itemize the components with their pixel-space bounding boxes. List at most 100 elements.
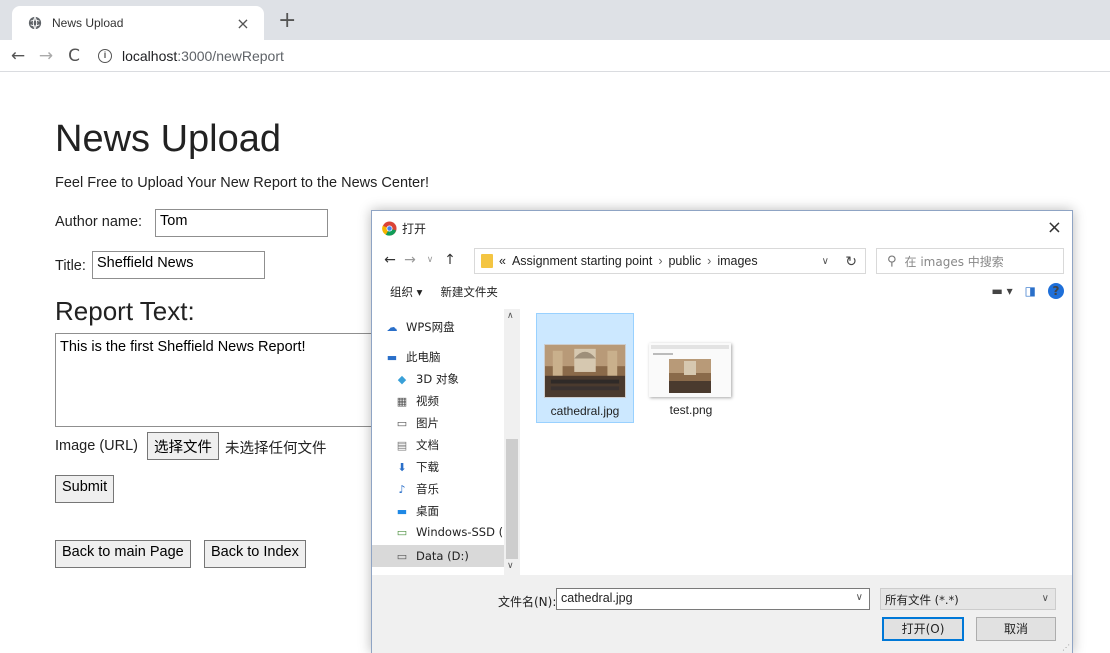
filetype-value: 所有文件 (*.*): [885, 593, 959, 607]
dialog-title: 打开: [402, 221, 427, 236]
tree-item-label: 音乐: [416, 482, 439, 496]
forward-arrow-icon[interactable]: →: [32, 46, 60, 66]
music-icon: ♪: [398, 483, 406, 496]
search-icon: ⚲: [887, 253, 897, 269]
recent-dropdown-icon[interactable]: ∨: [420, 255, 440, 265]
dialog-close-icon[interactable]: ×: [1047, 217, 1062, 238]
drive-icon: ▭: [396, 526, 408, 539]
open-button[interactable]: 打开(O): [882, 617, 964, 641]
back-main-button[interactable]: Back to main Page: [55, 540, 191, 568]
view-options-icon[interactable]: ▬ ▾: [991, 284, 1012, 298]
test-thumbnail: [649, 343, 731, 397]
tree-item-data-d[interactable]: ▭ Data (D:): [372, 545, 504, 567]
tree-scrollbar[interactable]: ∧ ∨: [504, 309, 520, 575]
chevron-right-icon: ›: [658, 254, 663, 268]
tree-item-this-pc[interactable]: ▬ 此电脑: [384, 349, 441, 365]
cancel-button[interactable]: 取消: [976, 617, 1056, 641]
no-file-text: 未选择任何文件: [225, 441, 327, 457]
tree-item-label: 视频: [416, 394, 439, 408]
reload-icon[interactable]: C: [60, 46, 88, 66]
dialog-back-icon[interactable]: ←: [380, 252, 400, 268]
tree-item-label: Data (D:): [416, 549, 469, 563]
scroll-thumb[interactable]: [506, 439, 518, 559]
tree-item-downloads[interactable]: ⬇ 下载: [394, 459, 439, 475]
submit-button[interactable]: Submit: [55, 475, 115, 503]
title-input[interactable]: Sheffield News: [92, 251, 265, 279]
browser-tab[interactable]: News Upload ×: [12, 6, 264, 40]
page-title: News Upload: [55, 118, 281, 160]
dialog-toolbar: 组织 ▾ 新建文件夹 ▬ ▾ ◨ ?: [372, 279, 1072, 305]
resize-grip-icon[interactable]: ⋰: [1062, 643, 1070, 652]
cathedral-thumbnail: [544, 344, 626, 398]
breadcrumb-overflow[interactable]: «: [499, 254, 506, 268]
file-open-dialog: 打开 × ← → ∨ ↑ « Assignment starting point…: [371, 210, 1073, 653]
url-field[interactable]: i localhost:3000/newReport: [98, 48, 284, 64]
organize-button[interactable]: 组织 ▾: [390, 284, 422, 300]
chevron-right-icon: ›: [707, 254, 712, 268]
chevron-down-icon[interactable]: ∨: [507, 561, 514, 571]
back-index-button[interactable]: Back to Index: [204, 540, 306, 568]
report-textarea[interactable]: This is the first Sheffield News Report!: [55, 333, 385, 427]
up-arrow-icon[interactable]: ↑: [440, 252, 460, 268]
tree-item-label: 下载: [416, 460, 439, 474]
info-icon[interactable]: i: [98, 48, 112, 63]
chevron-down-icon: ∨: [1041, 593, 1049, 604]
drive-icon: ▭: [396, 550, 408, 563]
tree-item-label: 图片: [416, 416, 439, 430]
choose-file-button[interactable]: 选择文件: [147, 432, 219, 460]
tab-title: News Upload: [52, 16, 124, 30]
tree-item-pictures[interactable]: ▭ 图片: [394, 415, 439, 431]
title-label: Title:: [55, 258, 86, 274]
file-list: cathedral.jpg test.png: [532, 309, 1062, 575]
chevron-down-icon[interactable]: ∨: [822, 256, 829, 267]
help-icon[interactable]: ?: [1048, 283, 1064, 299]
documents-icon: ▤: [396, 439, 408, 452]
pictures-icon: ▭: [396, 417, 408, 430]
breadcrumb-item[interactable]: Assignment starting point: [512, 254, 652, 268]
tree-item-music[interactable]: ♪ 音乐: [394, 481, 439, 497]
dialog-navbar: ← → ∨ ↑ « Assignment starting point › pu…: [372, 245, 1072, 275]
tree-item-desktop[interactable]: ▬ 桌面: [394, 503, 439, 519]
preview-pane-icon[interactable]: ◨: [1025, 284, 1036, 298]
tree-item-documents[interactable]: ▤ 文档: [394, 437, 439, 453]
search-input[interactable]: ⚲ 在 images 中搜索: [876, 248, 1064, 274]
page-subtitle: Feel Free to Upload Your New Report to t…: [55, 175, 429, 191]
refresh-icon[interactable]: ↻: [845, 253, 857, 270]
tree-item-label: 文档: [416, 438, 439, 452]
filetype-select[interactable]: 所有文件 (*.*) ∨: [880, 588, 1056, 610]
author-label: Author name:: [55, 214, 143, 230]
chrome-icon: [382, 220, 397, 236]
filename-input[interactable]: cathedral.jpg ∨: [556, 588, 870, 610]
image-label: Image (URL): [55, 438, 138, 454]
breadcrumb[interactable]: « Assignment starting point › public › i…: [474, 248, 866, 274]
tree-item-3d[interactable]: ◆ 3D 对象: [394, 371, 459, 387]
file-item-test[interactable]: test.png: [642, 313, 740, 423]
tree-item-windows-ssd[interactable]: ▭ Windows-SSD (: [394, 525, 503, 539]
tree-item-video[interactable]: ▦ 视频: [394, 393, 439, 409]
dialog-forward-icon[interactable]: →: [400, 252, 420, 268]
file-name: test.png: [669, 403, 713, 417]
filename-label: 文件名(N):: [498, 595, 557, 609]
tab-close-icon[interactable]: ×: [234, 14, 252, 33]
tree-item-label: WPS网盘: [406, 320, 455, 334]
file-name: cathedral.jpg: [550, 404, 620, 418]
search-placeholder: 在 images 中搜索: [904, 254, 1004, 269]
dialog-footer: 文件名(N): cathedral.jpg ∨ 所有文件 (*.*) ∨ 打开(…: [372, 575, 1072, 653]
tab-bar: News Upload × +: [0, 0, 1110, 40]
chevron-up-icon[interactable]: ∧: [507, 311, 514, 321]
new-folder-button[interactable]: 新建文件夹: [440, 284, 498, 300]
desktop-icon: ▬: [396, 505, 408, 518]
new-tab-button[interactable]: +: [278, 8, 296, 33]
file-item-cathedral[interactable]: cathedral.jpg: [536, 313, 634, 423]
back-arrow-icon[interactable]: ←: [4, 46, 32, 66]
author-input[interactable]: Tom: [155, 209, 328, 237]
globe-icon: [28, 16, 42, 30]
tree-item-label: 3D 对象: [416, 372, 459, 386]
breadcrumb-item[interactable]: public: [668, 254, 701, 268]
tree-item-wps[interactable]: ☁ WPS网盘: [384, 319, 455, 335]
breadcrumb-item[interactable]: images: [717, 254, 757, 268]
chevron-down-icon[interactable]: ∨: [856, 592, 863, 603]
url-path: :3000/newReport: [177, 47, 284, 64]
3d-objects-icon: ◆: [397, 373, 407, 386]
tree-item-label: 桌面: [416, 504, 439, 518]
